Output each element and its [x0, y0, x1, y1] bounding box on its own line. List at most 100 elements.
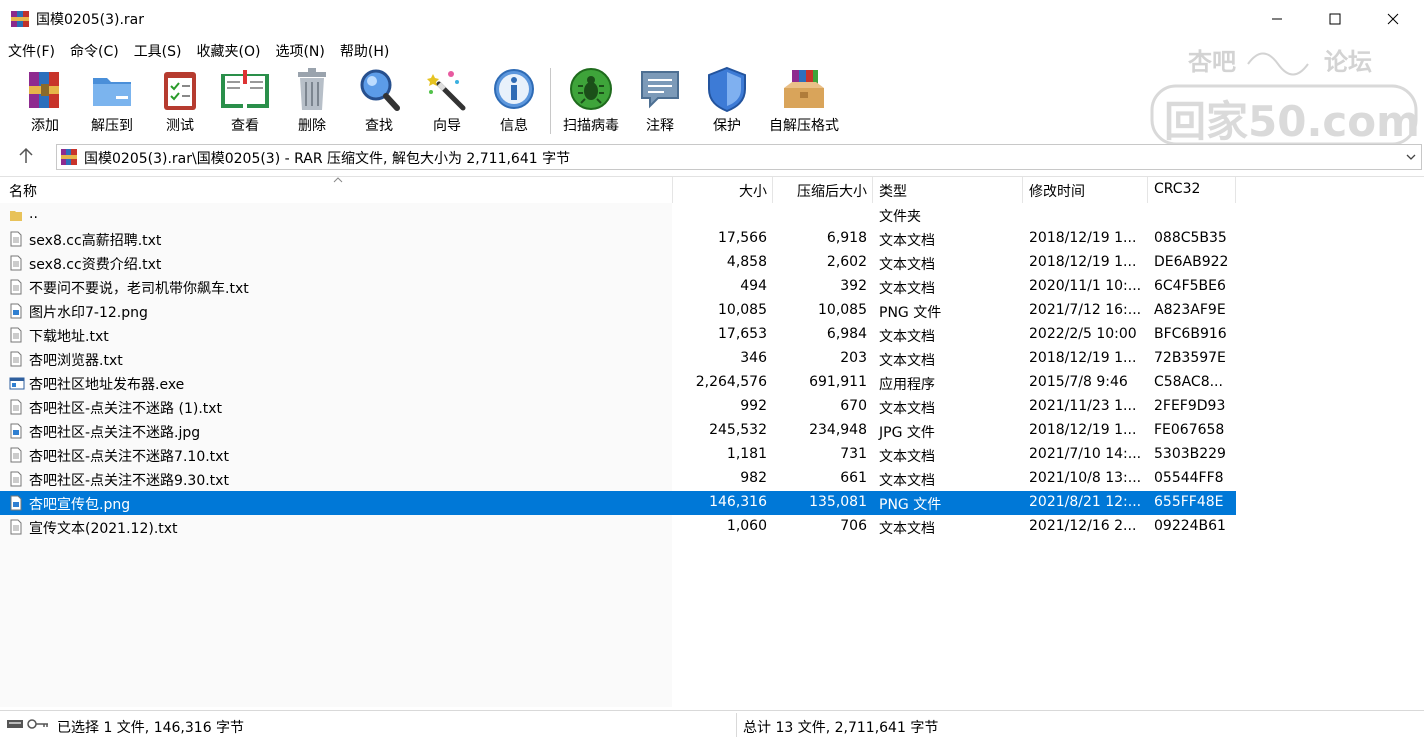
file-type: 文本文档	[879, 473, 935, 489]
file-type: 文本文档	[879, 233, 935, 249]
menu-help[interactable]: 帮助(H)	[332, 38, 396, 62]
file-row[interactable]: 不要问不要说，老司机带你飙车.txt 494 392 文本文档 2020/11/1 10…	[0, 275, 1236, 299]
file-modified: 2020/11/1 10:...	[1029, 278, 1142, 294]
menu-options[interactable]: 选项(N)	[267, 38, 331, 62]
extract-to-label: 解压到	[91, 118, 133, 134]
file-row[interactable]: sex8.cc高薪招聘.txt 17,566 6,918 文本文档 2018/12/19…	[0, 227, 1236, 251]
sfx-label: 自解压格式	[769, 118, 839, 134]
menu-command[interactable]: 命令(C)	[62, 38, 126, 62]
magnifier-icon	[360, 69, 400, 111]
info-button[interactable]: 信息	[492, 66, 536, 136]
protect-label: 保护	[713, 118, 741, 134]
find-label: 查找	[365, 118, 393, 134]
file-row[interactable]: .. 文件夹	[0, 203, 1236, 227]
column-header: 名称 大小 压缩后大小 类型 修改时间 CRC32	[0, 177, 1424, 203]
file-row[interactable]: 杏吧宣传包.png 146,316 135,081 PNG 文件 2021/8/21 1…	[0, 491, 1236, 515]
file-row[interactable]: sex8.cc资费介绍.txt 4,858 2,602 文本文档 2018/12/19 …	[0, 251, 1236, 275]
menu-favorites[interactable]: 收藏夹(O)	[189, 38, 268, 62]
file-row[interactable]: 杏吧社区-点关注不迷路.jpg 245,532 234,948 JPG 文件 2018/…	[0, 419, 1236, 443]
text-file-icon	[10, 327, 22, 343]
column-type[interactable]: 类型	[879, 181, 907, 201]
watermark-line1: 杏吧	[1188, 48, 1236, 76]
find-button[interactable]: 查找	[356, 66, 402, 136]
file-type: 文件夹	[879, 209, 921, 225]
view-book-icon	[221, 70, 269, 108]
address-bar[interactable]: 国模0205(3).rar\国模0205(3) - RAR 压缩文件, 解包大小…	[56, 144, 1422, 170]
add-button[interactable]: 添加	[20, 66, 70, 136]
comment-button[interactable]: 注释	[638, 66, 682, 136]
file-size: 346	[740, 350, 767, 366]
file-type: 文本文档	[879, 329, 935, 345]
maximize-button[interactable]	[1306, 0, 1364, 38]
column-divider[interactable]	[772, 177, 773, 203]
file-name: 图片水印7-12.png	[29, 305, 148, 321]
address-path: 国模0205(3).rar\国模0205(3) - RAR 压缩文件, 解包大小…	[84, 151, 571, 167]
column-divider[interactable]	[872, 177, 873, 203]
file-type: 文本文档	[879, 257, 935, 273]
comment-icon	[641, 71, 679, 109]
file-name: 杏吧社区-点关注不迷路9.30.txt	[29, 473, 229, 489]
scan-virus-button[interactable]: 扫描病毒	[560, 66, 622, 136]
file-packed-size: 135,081	[809, 494, 867, 510]
winrar-app-icon[interactable]	[10, 9, 30, 29]
text-file-icon	[10, 447, 22, 463]
file-row[interactable]: 图片水印7-12.png 10,085 10,085 PNG 文件 2021/7/12 …	[0, 299, 1236, 323]
file-row[interactable]: 杏吧社区-点关注不迷路 (1).txt 992 670 文本文档 2021/11/23 …	[0, 395, 1236, 419]
file-name: sex8.cc资费介绍.txt	[29, 257, 162, 273]
file-crc: 655FF48E	[1154, 494, 1224, 510]
test-button[interactable]: 测试	[158, 66, 202, 136]
file-packed-size: 2,602	[826, 254, 867, 270]
file-row[interactable]: 杏吧浏览器.txt 346 203 文本文档 2018/12/19 1... 72B359…	[0, 347, 1236, 371]
column-name[interactable]: 名称	[9, 181, 37, 201]
file-name: sex8.cc高薪招聘.txt	[29, 233, 162, 249]
image-file-icon	[10, 423, 22, 439]
file-type: 文本文档	[879, 401, 935, 417]
column-modified[interactable]: 修改时间	[1029, 181, 1085, 201]
virus-scan-icon	[570, 68, 612, 110]
column-divider[interactable]	[1022, 177, 1023, 203]
wizard-button[interactable]: 向导	[424, 66, 470, 136]
file-list: 名称 大小 压缩后大小 类型 修改时间 CRC32 .. 文件夹 sex8.cc高薪…	[0, 176, 1424, 707]
file-row[interactable]: 杏吧社区地址发布器.exe 2,264,576 691,911 应用程序 2015/7/…	[0, 371, 1236, 395]
text-file-icon	[10, 279, 22, 295]
column-size[interactable]: 大小	[739, 181, 767, 201]
text-file-icon	[10, 399, 22, 415]
file-type: 应用程序	[879, 377, 935, 393]
info-label: 信息	[500, 118, 528, 134]
column-crc[interactable]: CRC32	[1154, 181, 1200, 197]
protect-button[interactable]: 保护	[705, 66, 749, 136]
column-packed[interactable]: 压缩后大小	[797, 181, 867, 201]
column-divider[interactable]	[672, 177, 673, 203]
menu-file[interactable]: 文件(F)	[0, 38, 62, 62]
file-size: 17,653	[718, 326, 767, 342]
chevron-down-icon[interactable]	[1405, 151, 1417, 163]
file-size: 1,181	[726, 446, 767, 462]
close-button[interactable]	[1364, 0, 1422, 38]
file-packed-size: 6,984	[826, 326, 867, 342]
file-row[interactable]: 下载地址.txt 17,653 6,984 文本文档 2022/2/5 10:00 BFC…	[0, 323, 1236, 347]
minimize-button[interactable]	[1248, 0, 1306, 38]
file-crc: 2FEF9D93	[1154, 398, 1226, 414]
file-packed-size: 234,948	[809, 422, 867, 438]
view-button[interactable]: 查看	[218, 66, 272, 136]
status-bar: 已选择 1 文件, 146,316 字节 总计 13 文件, 2,711,641…	[0, 710, 1424, 739]
status-total: 总计 13 文件, 2,711,641 字节	[743, 720, 939, 736]
file-type: 文本文档	[879, 353, 935, 369]
file-crc: 6C4F5BE6	[1154, 278, 1226, 294]
file-row[interactable]: 杏吧社区-点关注不迷路7.10.txt 1,181 731 文本文档 2021/7/10…	[0, 443, 1236, 467]
file-modified: 2018/12/19 1...	[1029, 350, 1137, 366]
file-modified: 2015/7/8 9:46	[1029, 374, 1128, 390]
title-bar: 国模0205(3).rar	[0, 0, 1424, 38]
delete-button[interactable]: 删除	[290, 66, 334, 136]
file-row[interactable]: 杏吧社区-点关注不迷路9.30.txt 982 661 文本文档 2021/10/8 1…	[0, 467, 1236, 491]
comment-label: 注释	[646, 118, 674, 134]
up-folder-button[interactable]	[10, 144, 42, 168]
extract-to-button[interactable]: 解压到	[86, 66, 138, 136]
file-row[interactable]: 宣传文本(2021.12).txt 1,060 706 文本文档 2021/12/16 …	[0, 515, 1236, 539]
sfx-button[interactable]: 自解压格式	[766, 66, 842, 136]
column-divider[interactable]	[1235, 177, 1236, 203]
menu-tools[interactable]: 工具(S)	[126, 38, 189, 62]
file-packed-size: 691,911	[809, 374, 867, 390]
add-archive-icon	[29, 72, 59, 108]
column-divider[interactable]	[1147, 177, 1148, 203]
